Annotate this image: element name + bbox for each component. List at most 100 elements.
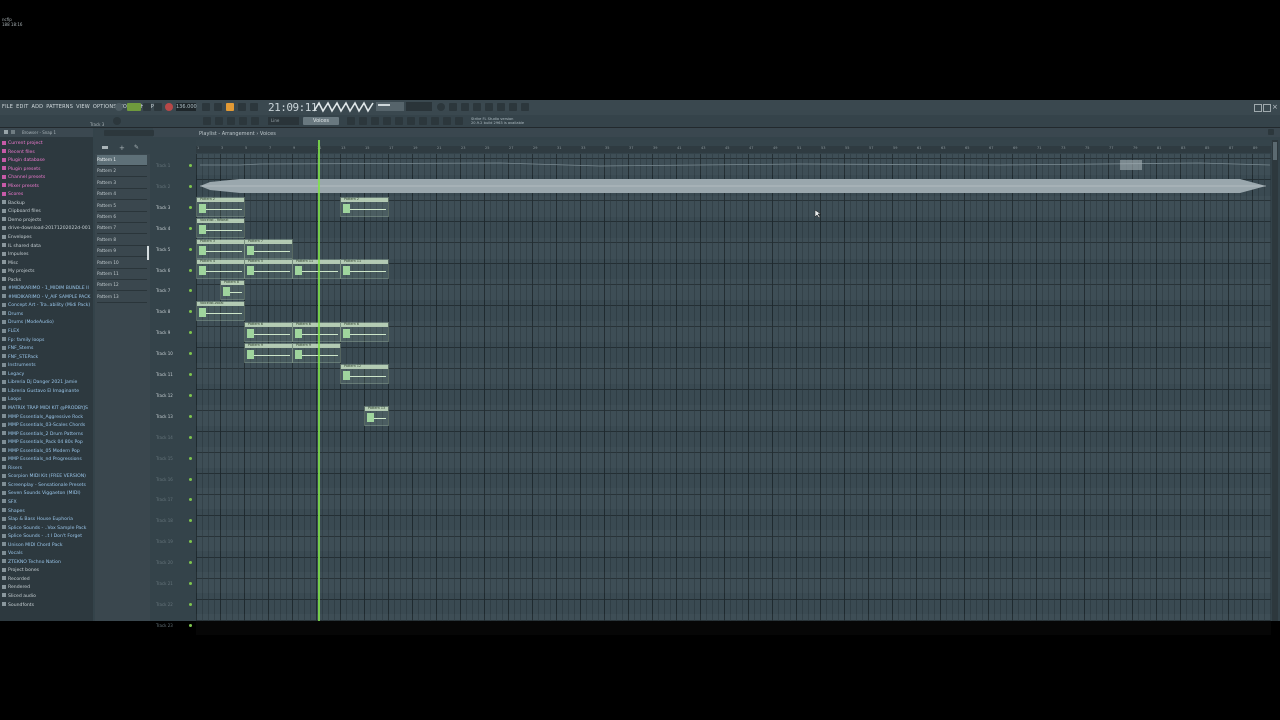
track-mute-led[interactable] [189,582,192,585]
pattern-clip[interactable]: Pattern 9 [244,343,293,363]
track-mute-led[interactable] [189,519,192,523]
track-name[interactable]: Track 6 [156,268,170,273]
browser-item[interactable]: Splice Sounds - ..t I Don't Forget [2,533,93,542]
track-mute-led[interactable] [189,226,192,230]
browser-item[interactable]: Clipboard files [2,208,93,217]
pattern-clip[interactable]: Pattern 4 [196,259,245,280]
track-name[interactable]: Track 12 [156,393,173,398]
browser-item[interactable]: Backup [2,200,93,209]
pattern-clip[interactable]: Pattern 13 [364,405,389,426]
browser-item[interactable]: FLEX [2,328,93,337]
pattern-clip[interactable]: Pattern 8 [220,280,245,301]
time-ruler[interactable]: 1357911131517192123252729313335373941434… [196,146,1271,153]
track-mute-led[interactable] [189,268,192,272]
track-mute-led[interactable] [189,393,192,397]
track-mute-led[interactable] [189,414,192,418]
tool-delete-icon[interactable] [227,117,235,125]
tool-select-icon[interactable] [251,117,259,125]
browser-item[interactable]: Instruments [2,362,93,371]
playlist-grid[interactable] [196,154,1271,621]
record-button[interactable] [165,103,173,111]
track-mute-led[interactable] [189,352,192,356]
track-name[interactable]: Track 21 [156,581,173,586]
track-mute-led[interactable] [189,540,192,544]
vertical-scrollbar[interactable] [1272,140,1278,621]
audio-clip-waveform-track-2[interactable] [200,177,1266,195]
track-mute-led[interactable] [189,602,192,606]
pattern-item[interactable]: Pattern 3 [97,178,147,189]
pattern-clip[interactable]: Pattern 6 [244,322,293,343]
browser-item[interactable]: Drums (ModeAudio) [2,319,93,328]
browser-item[interactable]: Mixer presets [2,183,93,192]
wait-input-icon[interactable] [214,103,222,111]
browser-item[interactable]: Recent files [2,149,93,158]
tempo-tap-icon[interactable] [407,117,415,125]
tool-mute-icon[interactable] [239,117,247,125]
pattern-item[interactable]: Pattern 10 [97,258,147,269]
track-name[interactable]: Track 20 [156,560,173,565]
track-mute-led[interactable] [189,435,192,439]
menu-item-file[interactable]: FILE [2,104,13,110]
tool-draw-icon[interactable] [203,117,211,125]
track-name[interactable]: Track 19 [156,539,173,544]
browser-item[interactable]: Slap & Bass House Euphoria [2,516,93,525]
track-name[interactable]: Track 10 [156,351,173,356]
track-name[interactable]: Track 3 [156,205,170,210]
track-mute-led[interactable] [189,373,192,376]
cloud-icon[interactable] [443,117,451,125]
playhead[interactable] [318,140,320,621]
pattern-clip[interactable]: Pattern 6 [292,322,341,343]
browser-item[interactable]: Loops [2,396,93,405]
pattern-clip[interactable]: Pattern 11 [292,259,341,280]
track-name[interactable]: Track 23 [156,623,173,628]
menu-item-patterns[interactable]: PATTERNS [46,104,73,110]
menu-item-options[interactable]: OPTIONS [93,104,117,110]
browser-item[interactable]: Seven Sounds Viggaeton (MIDI) [2,490,93,499]
browser-item[interactable]: #MIDIKARIMO - 1_MIDIM BUNDLE II [2,285,93,294]
pattern-item[interactable]: Pattern 9 [97,246,147,258]
browser-item[interactable]: My projects [2,268,93,277]
pattern-song-toggle[interactable] [127,103,141,111]
browser-item[interactable]: Envelopes [2,234,93,243]
piano-roll-icon[interactable] [473,103,481,111]
pattern-icon[interactable] [359,117,367,125]
browser-item[interactable]: Demo projects [2,217,93,226]
track-name[interactable]: Track 11 [156,372,173,377]
tool-circle-icon[interactable] [113,117,121,125]
track-mute-led[interactable] [189,561,192,565]
track-mute-led[interactable] [189,498,192,502]
track-mute-led[interactable] [189,623,192,627]
menu-item-view[interactable]: VIEW [76,104,90,110]
browser-item[interactable]: Splice Sounds - ..Vox Sample Pack [2,525,93,534]
browser-item[interactable]: MMP Essentials_Pack 04 80s Pop [2,439,93,448]
plugin-picker-icon[interactable] [509,103,517,111]
pattern-clip[interactable]: Voicelist - Rebeat [196,217,245,238]
pattern-item[interactable]: Pattern 2 [97,166,147,178]
track-name[interactable]: Track 16 [156,477,173,482]
track-mute-led[interactable] [189,247,192,251]
mixer-icon[interactable] [449,103,457,111]
track-name[interactable]: Track 15 [156,456,173,461]
metronome-icon[interactable] [202,103,210,111]
browser-item[interactable]: Sliced audio [2,593,93,602]
tempo-display[interactable]: 136.000 [176,103,197,111]
close-window-button[interactable]: × [1272,104,1278,111]
browser-item[interactable]: Impulses [2,251,93,260]
browser-item[interactable]: Libreria Gustavo El Imaginante [2,388,93,397]
track-name[interactable]: Track 9 [156,330,170,335]
track-mute-led[interactable] [189,456,192,460]
playlist-close-icon[interactable] [1268,129,1274,135]
tool-paint-icon[interactable] [215,117,223,125]
browser-item[interactable]: FNF_STEPack [2,354,93,363]
browser-item[interactable]: Rendered [2,584,93,593]
browser-item[interactable]: Unison MIDI Chord Pack [2,542,93,551]
update-hint[interactable]: Strike FL Studio version 20.9.2 build 29… [471,117,524,125]
pattern-item[interactable]: Pattern 1 [97,155,147,166]
track-name[interactable]: Track 13 [156,414,173,419]
browser-item[interactable]: MMP Essentials_05 Modern Pop [2,448,93,457]
browser-item[interactable]: Scores [2,191,93,200]
snap-icon[interactable] [437,103,445,111]
menu-item-edit[interactable]: EDIT [16,104,28,110]
browser-item[interactable]: Vocals [2,550,93,559]
browser-item[interactable]: FNF_Stems [2,345,93,354]
